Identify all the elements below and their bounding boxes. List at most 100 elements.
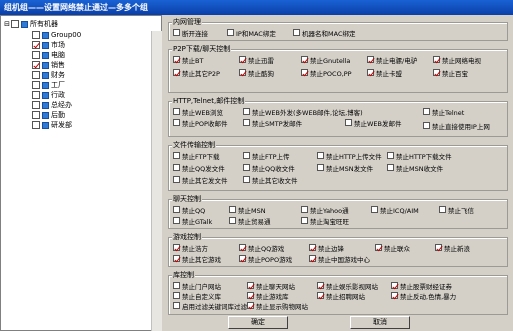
tree-item-checkbox[interactable] bbox=[32, 121, 40, 129]
tree-item[interactable]: 财务 bbox=[32, 70, 65, 80]
tree-item[interactable]: 市场 bbox=[32, 40, 65, 50]
lib-option[interactable]: 禁止游戏库 bbox=[247, 291, 289, 301]
tree-item-checkbox[interactable] bbox=[32, 61, 40, 69]
http-option[interactable]: 禁止SMTP发邮件 bbox=[243, 118, 302, 128]
option-checkbox[interactable] bbox=[367, 56, 374, 63]
file-option[interactable]: 禁止HTTP下载文件 bbox=[387, 151, 452, 161]
network-option[interactable]: IP和MAC绑定 bbox=[227, 28, 276, 38]
option-checkbox[interactable] bbox=[423, 122, 430, 130]
file-option[interactable]: 禁止FTP上传 bbox=[243, 151, 290, 161]
option-checkbox[interactable] bbox=[367, 69, 374, 76]
p2p-option[interactable]: 禁止BT bbox=[173, 55, 203, 65]
http-option[interactable]: 禁止WEB外发(多WEB邮件,论坛,博客) bbox=[243, 107, 363, 117]
option-checkbox[interactable] bbox=[243, 152, 250, 159]
tree-item[interactable]: 后勤 bbox=[32, 110, 65, 120]
option-checkbox[interactable] bbox=[239, 69, 246, 76]
tree-item[interactable]: Group00 bbox=[32, 30, 81, 40]
file-option[interactable]: 禁止MSN收文件 bbox=[387, 163, 443, 173]
option-checkbox[interactable] bbox=[229, 206, 236, 213]
cancel-button[interactable]: 取消 bbox=[350, 316, 410, 329]
option-checkbox[interactable] bbox=[293, 29, 300, 36]
tree-item[interactable]: 电脑 bbox=[32, 50, 65, 60]
lib-option[interactable]: 禁止娱乐影视网站 bbox=[317, 281, 378, 291]
lib-option[interactable]: 禁止招聘网站 bbox=[317, 291, 365, 301]
option-checkbox[interactable] bbox=[243, 108, 250, 115]
option-checkbox[interactable] bbox=[173, 119, 180, 126]
option-checkbox[interactable] bbox=[301, 69, 308, 76]
game-option[interactable]: 禁止其它游戏 bbox=[173, 254, 221, 264]
option-checkbox[interactable] bbox=[229, 217, 236, 224]
option-checkbox[interactable] bbox=[243, 164, 250, 171]
game-option[interactable]: 禁止边锋 bbox=[309, 243, 344, 253]
option-checkbox[interactable] bbox=[301, 206, 308, 213]
option-checkbox[interactable] bbox=[317, 292, 324, 299]
option-checkbox[interactable] bbox=[387, 164, 394, 171]
p2p-option[interactable]: 禁止电骡/电驴 bbox=[367, 55, 417, 65]
network-option[interactable]: 断开连接 bbox=[173, 28, 208, 38]
ok-button[interactable]: 确定 bbox=[228, 316, 288, 329]
tree-item-checkbox[interactable] bbox=[32, 91, 40, 99]
option-checkbox[interactable] bbox=[239, 56, 246, 63]
option-checkbox[interactable] bbox=[433, 56, 440, 63]
option-checkbox[interactable] bbox=[301, 217, 308, 224]
option-checkbox[interactable] bbox=[439, 206, 446, 213]
chat-option[interactable]: 禁止Yahoo通 bbox=[301, 205, 349, 215]
chat-option[interactable]: 禁止MSN bbox=[229, 205, 266, 215]
option-checkbox[interactable] bbox=[173, 56, 180, 63]
chat-option[interactable]: 禁止飞信 bbox=[439, 205, 474, 215]
option-checkbox[interactable] bbox=[391, 282, 398, 289]
http-option[interactable]: 禁止WEB发邮件 bbox=[345, 118, 402, 128]
option-checkbox[interactable] bbox=[317, 164, 324, 171]
tree-root-checkbox[interactable] bbox=[11, 20, 19, 28]
file-option[interactable]: 禁止HTTP上传文件 bbox=[317, 151, 382, 161]
tree-item[interactable]: 工厂 bbox=[32, 80, 65, 90]
group-tree[interactable]: ⊟ 所有机器 Group00 市场 电脑 销售 财务 工厂 行政 总经办 后勤 研发部 bbox=[0, 15, 162, 331]
game-option[interactable]: 禁止中国游戏中心 bbox=[309, 254, 370, 264]
p2p-option[interactable]: 禁止百宝 bbox=[433, 68, 468, 78]
option-checkbox[interactable] bbox=[239, 255, 246, 262]
tree-item-checkbox[interactable] bbox=[32, 111, 40, 119]
option-checkbox[interactable] bbox=[247, 292, 254, 299]
option-checkbox[interactable] bbox=[433, 69, 440, 76]
option-checkbox[interactable] bbox=[243, 176, 250, 183]
tree-item[interactable]: 销售 bbox=[32, 60, 65, 70]
option-checkbox[interactable] bbox=[301, 56, 308, 63]
http-option[interactable]: 禁止Telnet bbox=[423, 107, 464, 117]
option-checkbox[interactable] bbox=[173, 282, 180, 289]
file-option[interactable]: 禁止QQ收文件 bbox=[243, 163, 295, 173]
lib-option[interactable]: 禁止反动,色情,暴力 bbox=[391, 291, 456, 301]
option-checkbox[interactable] bbox=[239, 244, 246, 251]
option-checkbox[interactable] bbox=[309, 255, 316, 262]
option-checkbox[interactable] bbox=[423, 108, 430, 115]
tree-item[interactable]: 行政 bbox=[32, 90, 65, 100]
lib-option[interactable]: 禁止门户网站 bbox=[173, 281, 221, 291]
option-checkbox[interactable] bbox=[173, 176, 180, 183]
option-checkbox[interactable] bbox=[391, 292, 398, 299]
lib-option[interactable]: 禁止自定义库 bbox=[173, 291, 221, 301]
option-checkbox[interactable] bbox=[173, 108, 180, 115]
option-checkbox[interactable] bbox=[317, 282, 324, 289]
http-option[interactable]: 禁止POP收邮件 bbox=[173, 118, 227, 128]
option-checkbox[interactable] bbox=[173, 164, 180, 171]
chat-option[interactable]: 禁止ICQ/AIM bbox=[371, 205, 419, 215]
tree-item-checkbox[interactable] bbox=[32, 41, 40, 49]
option-checkbox[interactable] bbox=[243, 119, 250, 126]
option-checkbox[interactable] bbox=[371, 206, 378, 213]
file-option[interactable]: 禁止QQ发文件 bbox=[173, 163, 225, 173]
tree-item-checkbox[interactable] bbox=[32, 81, 40, 89]
p2p-option[interactable]: 禁止Gnutella bbox=[301, 55, 350, 65]
chat-option[interactable]: 禁止淘宝旺旺 bbox=[301, 216, 349, 226]
chat-option[interactable]: 禁止贸易通 bbox=[229, 216, 271, 226]
tree-item[interactable]: 研发部 bbox=[32, 120, 72, 130]
option-checkbox[interactable] bbox=[173, 206, 180, 213]
tree-item-checkbox[interactable] bbox=[32, 51, 40, 59]
p2p-option[interactable]: 禁止其它P2P bbox=[173, 68, 220, 78]
lib-option[interactable]: 禁止股票财经证券 bbox=[391, 281, 452, 291]
game-option[interactable]: 禁止新浪 bbox=[435, 243, 470, 253]
file-option[interactable]: 禁止其它收文件 bbox=[243, 175, 298, 185]
tree-item-checkbox[interactable] bbox=[32, 101, 40, 109]
option-checkbox[interactable] bbox=[247, 282, 254, 289]
p2p-option[interactable]: 禁止卡盟 bbox=[367, 68, 402, 78]
game-option[interactable]: 禁止浩方 bbox=[173, 243, 208, 253]
option-checkbox[interactable] bbox=[227, 29, 234, 36]
